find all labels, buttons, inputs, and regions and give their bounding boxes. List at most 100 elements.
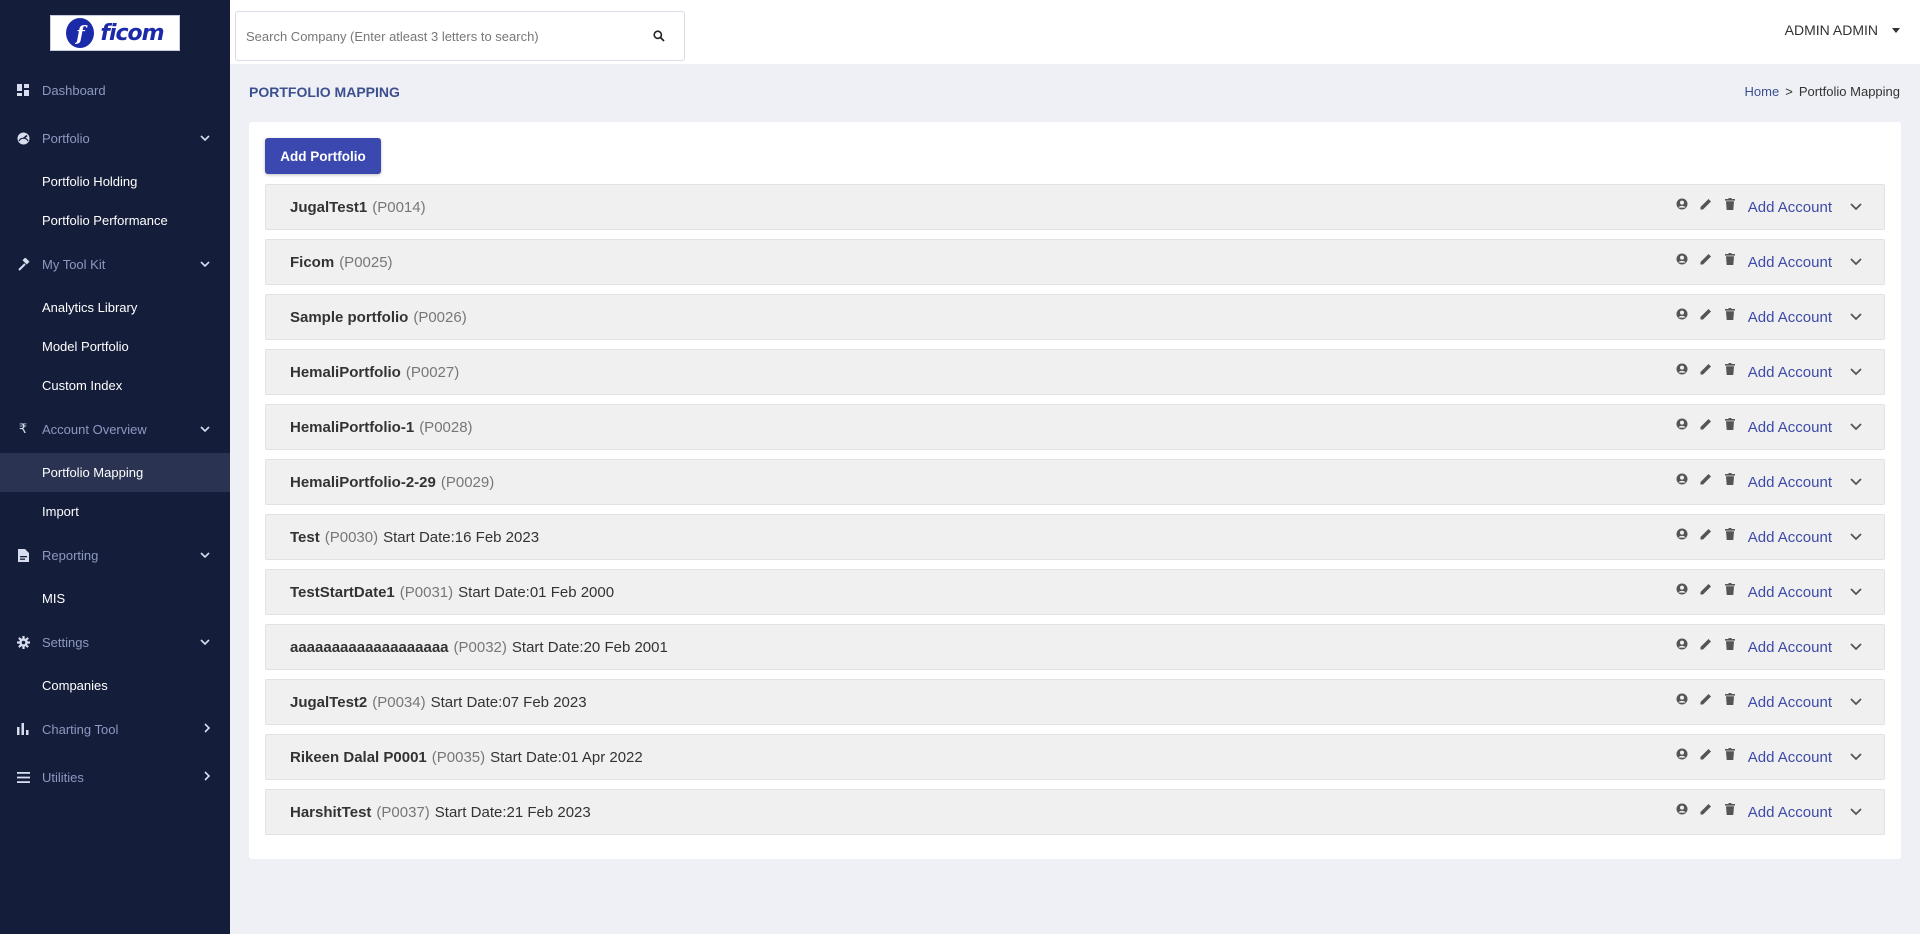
add-account-link[interactable]: Add Account	[1748, 254, 1832, 271]
sidebar-item-portfolio-mapping[interactable]: Portfolio Mapping	[0, 453, 230, 492]
user-circle-icon[interactable]	[1670, 522, 1694, 546]
sidebar-label: Portfolio Performance	[42, 213, 168, 228]
trash-icon[interactable]	[1718, 247, 1742, 271]
user-menu[interactable]: ADMIN ADMIN	[1785, 22, 1900, 38]
sidebar-item-mis[interactable]: MIS	[0, 579, 230, 618]
user-circle-icon[interactable]	[1670, 247, 1694, 271]
chevron-down-icon[interactable]	[1846, 692, 1866, 712]
breadcrumb-home[interactable]: Home	[1745, 84, 1780, 99]
sidebar-item-utilities[interactable]: Utilities	[0, 753, 230, 801]
portfolio-row[interactable]: Rikeen Dalal P0001 (P0035) Start Date:01…	[265, 734, 1885, 780]
sidebar-item-portfolio-performance[interactable]: Portfolio Performance	[0, 201, 230, 240]
portfolio-row[interactable]: HemaliPortfolio (P0027) Add Account	[265, 349, 1885, 395]
trash-icon[interactable]	[1718, 412, 1742, 436]
portfolio-row[interactable]: Sample portfolio (P0026) Add Account	[265, 294, 1885, 340]
bar-chart-icon	[16, 722, 30, 736]
chevron-down-icon[interactable]	[1846, 472, 1866, 492]
sidebar-item-account-overview[interactable]: ₹ Account Overview	[0, 405, 230, 453]
edit-icon[interactable]	[1694, 687, 1718, 711]
chevron-down-icon[interactable]	[1846, 802, 1866, 822]
add-account-link[interactable]: Add Account	[1748, 639, 1832, 656]
sidebar-item-reporting[interactable]: Reporting	[0, 531, 230, 579]
portfolio-row[interactable]: Test (P0030) Start Date:16 Feb 2023 Add …	[265, 514, 1885, 560]
sidebar-item-my-tool-kit[interactable]: My Tool Kit	[0, 240, 230, 288]
edit-icon[interactable]	[1694, 412, 1718, 436]
user-circle-icon[interactable]	[1670, 302, 1694, 326]
user-circle-icon[interactable]	[1670, 687, 1694, 711]
sidebar-item-settings[interactable]: Settings	[0, 618, 230, 666]
trash-icon[interactable]	[1718, 797, 1742, 821]
portfolio-row[interactable]: HemaliPortfolio-2-29 (P0029) Add Account	[265, 459, 1885, 505]
chevron-down-icon	[200, 636, 210, 648]
chevron-down-icon[interactable]	[1846, 417, 1866, 437]
user-circle-icon[interactable]	[1670, 412, 1694, 436]
sidebar-item-companies[interactable]: Companies	[0, 666, 230, 705]
user-circle-icon[interactable]	[1670, 192, 1694, 216]
user-circle-icon[interactable]	[1670, 467, 1694, 491]
chevron-down-icon[interactable]	[1846, 307, 1866, 327]
trash-icon[interactable]	[1718, 577, 1742, 601]
user-circle-icon[interactable]	[1670, 742, 1694, 766]
add-account-link[interactable]: Add Account	[1748, 309, 1832, 326]
edit-icon[interactable]	[1694, 797, 1718, 821]
add-account-link[interactable]: Add Account	[1748, 364, 1832, 381]
sidebar-item-charting-tool[interactable]: Charting Tool	[0, 705, 230, 753]
portfolio-row[interactable]: HarshitTest (P0037) Start Date:21 Feb 20…	[265, 789, 1885, 835]
brand-logo[interactable]: f ficom	[50, 15, 180, 51]
add-portfolio-button[interactable]: Add Portfolio	[265, 138, 381, 174]
portfolio-row[interactable]: Ficom (P0025) Add Account	[265, 239, 1885, 285]
edit-icon[interactable]	[1694, 192, 1718, 216]
sidebar-item-model-portfolio[interactable]: Model Portfolio	[0, 327, 230, 366]
edit-icon[interactable]	[1694, 467, 1718, 491]
trash-icon[interactable]	[1718, 302, 1742, 326]
chevron-down-icon[interactable]	[1846, 527, 1866, 547]
edit-icon[interactable]	[1694, 302, 1718, 326]
sidebar-item-dashboard[interactable]: Dashboard	[0, 66, 230, 114]
sidebar-item-portfolio[interactable]: Portfolio	[0, 114, 230, 162]
portfolio-row[interactable]: JugalTest2 (P0034) Start Date:07 Feb 202…	[265, 679, 1885, 725]
chevron-down-icon[interactable]	[1846, 197, 1866, 217]
trash-icon[interactable]	[1718, 467, 1742, 491]
edit-icon[interactable]	[1694, 632, 1718, 656]
portfolio-code: (P0032)	[453, 638, 507, 656]
portfolio-row[interactable]: aaaaaaaaaaaaaaaaaaa (P0032) Start Date:2…	[265, 624, 1885, 670]
portfolio-row[interactable]: JugalTest1 (P0014) Add Account	[265, 184, 1885, 230]
add-account-link[interactable]: Add Account	[1748, 199, 1832, 216]
trash-icon[interactable]	[1718, 687, 1742, 711]
trash-icon[interactable]	[1718, 357, 1742, 381]
add-account-link[interactable]: Add Account	[1748, 749, 1832, 766]
caret-down-icon	[1892, 27, 1900, 33]
chevron-down-icon[interactable]	[1846, 582, 1866, 602]
add-account-link[interactable]: Add Account	[1748, 804, 1832, 821]
sidebar-item-import[interactable]: Import	[0, 492, 230, 531]
add-account-link[interactable]: Add Account	[1748, 694, 1832, 711]
chevron-down-icon[interactable]	[1846, 362, 1866, 382]
trash-icon[interactable]	[1718, 632, 1742, 656]
add-account-link[interactable]: Add Account	[1748, 529, 1832, 546]
add-account-link[interactable]: Add Account	[1748, 584, 1832, 601]
edit-icon[interactable]	[1694, 522, 1718, 546]
sidebar-item-analytics-library[interactable]: Analytics Library	[0, 288, 230, 327]
portfolio-row[interactable]: TestStartDate1 (P0031) Start Date:01 Feb…	[265, 569, 1885, 615]
user-circle-icon[interactable]	[1670, 577, 1694, 601]
trash-icon[interactable]	[1718, 522, 1742, 546]
edit-icon[interactable]	[1694, 357, 1718, 381]
search-input[interactable]	[236, 12, 634, 60]
trash-icon[interactable]	[1718, 742, 1742, 766]
user-circle-icon[interactable]	[1670, 357, 1694, 381]
add-account-link[interactable]: Add Account	[1748, 419, 1832, 436]
user-circle-icon[interactable]	[1670, 632, 1694, 656]
trash-icon[interactable]	[1718, 192, 1742, 216]
sidebar-item-portfolio-holding[interactable]: Portfolio Holding	[0, 162, 230, 201]
edit-icon[interactable]	[1694, 247, 1718, 271]
chevron-down-icon[interactable]	[1846, 747, 1866, 767]
user-circle-icon[interactable]	[1670, 797, 1694, 821]
chevron-down-icon[interactable]	[1846, 252, 1866, 272]
chevron-down-icon[interactable]	[1846, 637, 1866, 657]
portfolio-row[interactable]: HemaliPortfolio-1 (P0028) Add Account	[265, 404, 1885, 450]
add-account-link[interactable]: Add Account	[1748, 474, 1832, 491]
edit-icon[interactable]	[1694, 577, 1718, 601]
search-icon[interactable]	[634, 12, 684, 60]
sidebar-item-custom-index[interactable]: Custom Index	[0, 366, 230, 405]
edit-icon[interactable]	[1694, 742, 1718, 766]
